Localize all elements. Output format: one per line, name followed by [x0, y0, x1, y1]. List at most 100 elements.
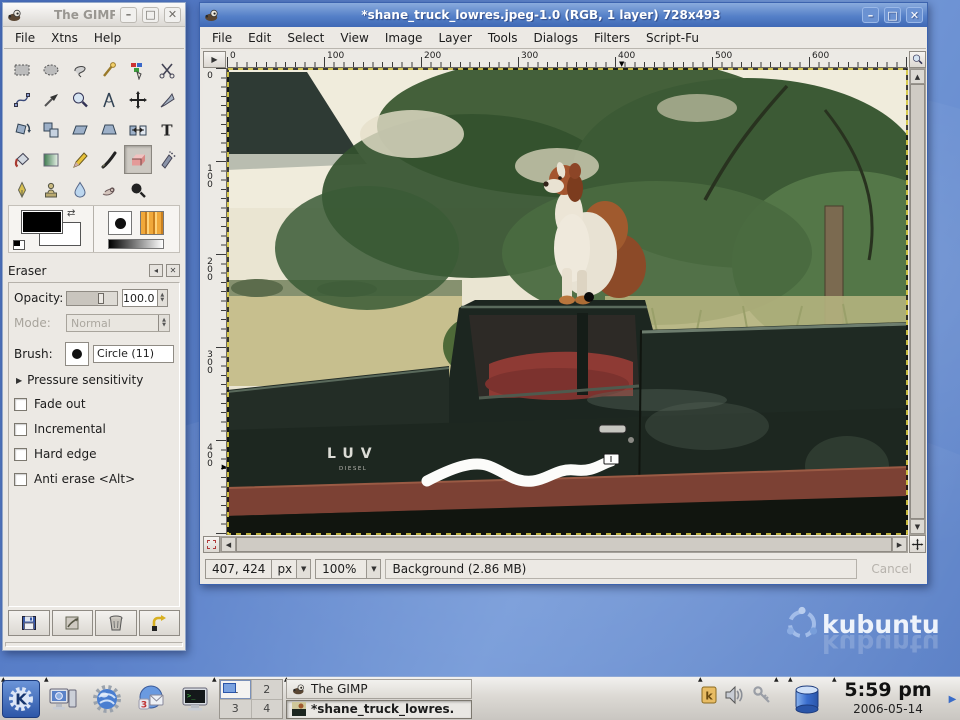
- reset-options-button[interactable]: [139, 610, 181, 636]
- pager-desktop-4[interactable]: 4: [252, 700, 283, 719]
- pager-desktop-3[interactable]: 3: [220, 700, 251, 719]
- zoom-dropdown[interactable]: ▼: [366, 560, 380, 578]
- tool-fuzzy-select[interactable]: [95, 55, 123, 84]
- tool-measure[interactable]: [95, 85, 123, 114]
- image-menu-image[interactable]: Image: [378, 29, 430, 47]
- scroll-right-arrow[interactable]: ▶: [892, 537, 907, 552]
- k-menu-button[interactable]: K: [2, 680, 40, 718]
- image-menu-script-fu[interactable]: Script-Fu: [639, 29, 706, 47]
- image-canvas[interactable]: LUV DIESEL: [227, 68, 908, 535]
- maximize-button[interactable]: □: [884, 7, 901, 23]
- panel-clock[interactable]: 5:59 pm 2006-05-14: [836, 678, 940, 720]
- image-menu-edit[interactable]: Edit: [241, 29, 278, 47]
- maximize-button[interactable]: □: [142, 7, 159, 23]
- checkbox-row-incremental[interactable]: Incremental: [14, 422, 174, 436]
- tool-select-by-color[interactable]: [124, 55, 152, 84]
- scroll-down-arrow[interactable]: ▼: [910, 519, 925, 534]
- quickmask-toggle[interactable]: [203, 536, 220, 553]
- close-button[interactable]: ✕: [164, 7, 181, 23]
- panel-hide-button[interactable]: ▶: [946, 680, 959, 718]
- horizontal-ruler[interactable]: 0100200300400500600700▼: [227, 51, 908, 68]
- minimize-button[interactable]: –: [862, 7, 879, 23]
- applet-handle[interactable]: ▲: [788, 677, 793, 683]
- toolbox-menu-help[interactable]: Help: [87, 29, 128, 47]
- checkbox-row-hard-edge[interactable]: Hard edge: [14, 447, 174, 461]
- checkbox-icon[interactable]: [14, 398, 27, 411]
- zoom-follow-window-toggle[interactable]: [909, 51, 926, 68]
- opacity-slider[interactable]: [66, 291, 118, 306]
- tool-ellipse-select[interactable]: [37, 55, 65, 84]
- checkbox-icon[interactable]: [14, 423, 27, 436]
- active-pattern-preview[interactable]: [140, 211, 164, 235]
- toolbox-menu-xtns[interactable]: Xtns: [44, 29, 85, 47]
- active-gradient-preview[interactable]: [108, 239, 164, 249]
- tool-rect-select[interactable]: [8, 55, 36, 84]
- tool-flip[interactable]: [124, 115, 152, 144]
- dock-menu-button[interactable]: ◂: [149, 264, 163, 277]
- tool-zoom[interactable]: [66, 85, 94, 114]
- tool-ink[interactable]: [8, 175, 36, 204]
- tool-pencil[interactable]: [66, 145, 94, 174]
- image-menu-button[interactable]: ▶: [203, 51, 226, 68]
- tool-crop[interactable]: [153, 85, 181, 114]
- tool-smudge[interactable]: [95, 175, 123, 204]
- swap-colors-icon[interactable]: ⇄: [67, 208, 75, 219]
- close-button[interactable]: ✕: [906, 7, 923, 23]
- cancel-button[interactable]: Cancel: [861, 559, 922, 579]
- applet-handle[interactable]: ▲: [774, 677, 779, 683]
- key-tray-icon[interactable]: [752, 685, 772, 705]
- tool-scissors[interactable]: [153, 55, 181, 84]
- image-menu-file[interactable]: File: [205, 29, 239, 47]
- tool-airbrush[interactable]: [153, 145, 181, 174]
- save-options-button[interactable]: [8, 610, 50, 636]
- opacity-spinner[interactable]: 100.0 ▲▼: [122, 289, 168, 307]
- pager-desktop-2[interactable]: 2: [252, 680, 283, 699]
- tool-bucket-fill[interactable]: [8, 145, 36, 174]
- vertical-scroll-thumb[interactable]: [910, 84, 925, 519]
- delete-options-button[interactable]: [95, 610, 137, 636]
- storage-applet-icon[interactable]: [794, 683, 820, 715]
- klipper-tray-icon[interactable]: k: [700, 685, 718, 705]
- image-menu-select[interactable]: Select: [280, 29, 331, 47]
- dock-close-button[interactable]: ✕: [166, 264, 180, 277]
- applet-handle[interactable]: ▲: [698, 677, 703, 683]
- scroll-left-arrow[interactable]: ◀: [221, 537, 236, 552]
- konqueror-launcher[interactable]: [88, 681, 126, 717]
- tool-convolve[interactable]: [66, 175, 94, 204]
- tool-shear[interactable]: [66, 115, 94, 144]
- tool-paths[interactable]: [8, 85, 36, 114]
- image-menu-filters[interactable]: Filters: [587, 29, 637, 47]
- pressure-sensitivity-expander[interactable]: ▶ Pressure sensitivity: [16, 373, 174, 387]
- brush-select-button[interactable]: [65, 342, 89, 366]
- vertical-ruler[interactable]: 0100200300400▶: [203, 68, 227, 535]
- checkbox-row-anti-erase-alt-[interactable]: Anti erase <Alt>: [14, 472, 174, 486]
- kontact-launcher[interactable]: 3: [132, 681, 170, 717]
- tool-dodge-burn[interactable]: [124, 175, 152, 204]
- horizontal-scroll-thumb[interactable]: [236, 537, 892, 552]
- tool-perspective[interactable]: [95, 115, 123, 144]
- tool-free-select[interactable]: [66, 55, 94, 84]
- vertical-scrollbar[interactable]: ▲ ▼: [909, 68, 926, 535]
- tool-scale[interactable]: [37, 115, 65, 144]
- default-colors-icon[interactable]: [13, 240, 25, 250]
- toolbox-titlebar[interactable]: The GIMP – □ ✕: [3, 3, 185, 27]
- restore-options-button[interactable]: [52, 610, 94, 636]
- active-brush-preview[interactable]: [108, 211, 132, 235]
- navigation-button[interactable]: [909, 535, 926, 553]
- volume-tray-icon[interactable]: [724, 685, 746, 705]
- checkbox-row-fade-out[interactable]: Fade out: [14, 397, 174, 411]
- tool-paintbrush[interactable]: [95, 145, 123, 174]
- konsole-launcher[interactable]: >_: [176, 681, 214, 717]
- scroll-up-arrow[interactable]: ▲: [910, 69, 925, 84]
- brush-name-field[interactable]: Circle (11): [93, 345, 174, 363]
- tool-color-picker[interactable]: [37, 85, 65, 114]
- toolbox-resize-grip[interactable]: [5, 642, 183, 647]
- tool-eraser[interactable]: [124, 145, 152, 174]
- foreground-color-swatch[interactable]: [21, 210, 63, 234]
- minimize-button[interactable]: –: [120, 7, 137, 23]
- image-menu-tools[interactable]: Tools: [481, 29, 525, 47]
- image-menu-view[interactable]: View: [333, 29, 375, 47]
- task-button-gimp[interactable]: The GIMP: [286, 679, 472, 699]
- tool-text[interactable]: [153, 115, 181, 144]
- system-settings-launcher[interactable]: [44, 681, 82, 717]
